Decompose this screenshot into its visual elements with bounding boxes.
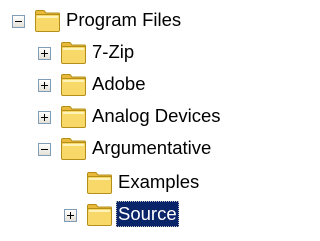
folder-icon xyxy=(60,41,88,65)
tree-node-label[interactable]: Analog Devices xyxy=(90,103,223,129)
collapse-icon[interactable] xyxy=(12,15,25,28)
expand-icon[interactable] xyxy=(38,79,51,92)
tree-node-program-files[interactable]: Program Files xyxy=(0,6,274,36)
expand-icon[interactable] xyxy=(38,111,51,124)
tree-node-label[interactable]: Program Files xyxy=(64,7,183,33)
tree-node-argumentative[interactable]: Argumentative xyxy=(0,134,274,164)
tree-node-label-selected[interactable]: Source xyxy=(116,201,179,227)
tree-node-label[interactable]: 7-Zip xyxy=(90,39,136,65)
tree-node-7-zip[interactable]: 7-Zip xyxy=(0,38,274,68)
tree-node-label[interactable]: Argumentative xyxy=(90,135,213,161)
folder-icon xyxy=(86,171,114,195)
folder-icon xyxy=(60,73,88,97)
folder-tree: { "tree": { "nodes": [ {"label": "Progra… xyxy=(0,0,274,241)
expand-icon[interactable] xyxy=(64,209,77,222)
folder-icon xyxy=(86,203,114,227)
tree-node-label[interactable]: Examples xyxy=(116,169,201,195)
tree-node-label[interactable]: Adobe xyxy=(90,71,148,97)
folder-icon xyxy=(60,105,88,129)
folder-icon xyxy=(34,9,62,33)
tree-node-source[interactable]: Source xyxy=(0,200,274,230)
collapse-icon[interactable] xyxy=(38,143,51,156)
tree-node-analog-devices[interactable]: Analog Devices xyxy=(0,102,274,132)
folder-icon xyxy=(60,137,88,161)
tree-node-adobe[interactable]: Adobe xyxy=(0,70,274,100)
expand-icon[interactable] xyxy=(38,47,51,60)
tree-node-examples[interactable]: Examples xyxy=(0,168,274,198)
